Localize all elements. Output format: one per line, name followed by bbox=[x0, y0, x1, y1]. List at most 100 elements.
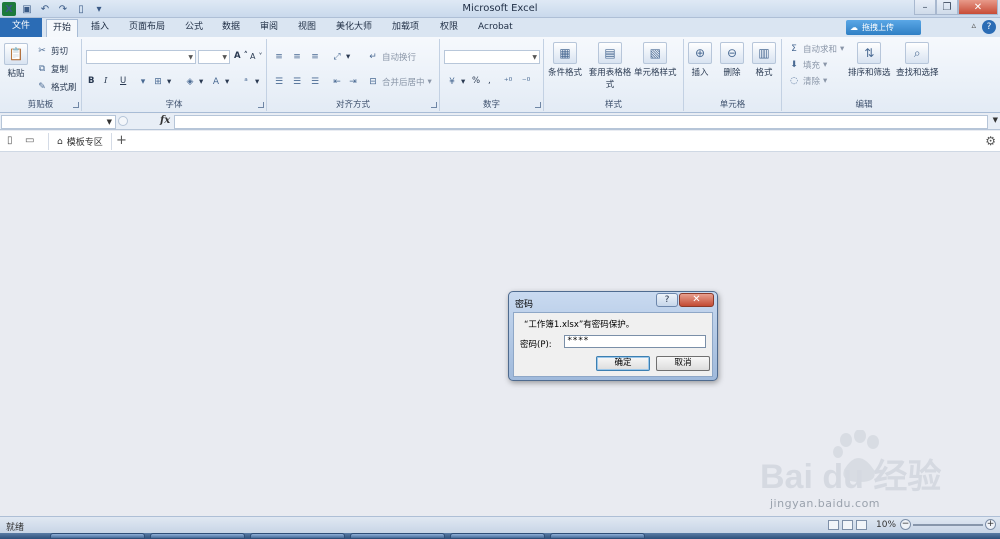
minimize-ribbon-icon[interactable]: ▵ bbox=[971, 21, 976, 31]
decrease-indent-button[interactable]: ⇤ bbox=[331, 76, 343, 87]
insert-function-button[interactable]: fx bbox=[160, 115, 170, 126]
dialog-help-button[interactable]: ? bbox=[656, 293, 678, 307]
clear-button[interactable]: ◌ 清除 ▾ bbox=[788, 75, 827, 87]
alignment-launcher-icon[interactable] bbox=[431, 102, 437, 108]
tab-file[interactable]: 文件 bbox=[0, 18, 42, 37]
new-file-icon[interactable]: ▯ bbox=[74, 2, 88, 16]
tab-permissions[interactable]: 权限 bbox=[434, 19, 464, 37]
align-left-button[interactable]: ☰ bbox=[273, 76, 285, 87]
save-icon[interactable]: ▣ bbox=[20, 2, 34, 16]
underline-dropdown[interactable]: ▾ bbox=[137, 76, 149, 87]
taskbar-item[interactable] bbox=[350, 533, 445, 539]
help-icon[interactable]: ? bbox=[982, 20, 996, 34]
tab-template-zone[interactable]: ⌂ 模板专区 bbox=[48, 133, 112, 150]
wrap-text-button[interactable]: ↵ 自动换行 bbox=[367, 51, 416, 63]
delete-cells-button[interactable]: ⊖ 删除 bbox=[720, 42, 744, 78]
copy-button[interactable]: ⧉ 复制 bbox=[36, 63, 68, 75]
align-center-button[interactable]: ☰ bbox=[291, 76, 303, 87]
restore-button[interactable]: ❐ bbox=[936, 0, 958, 15]
fill-button[interactable]: ⬇ 填充 ▾ bbox=[788, 59, 827, 71]
tab-beautify[interactable]: 美化大师 bbox=[330, 19, 378, 37]
paste-button[interactable]: 📋 粘贴 bbox=[4, 43, 28, 79]
add-tab-button[interactable]: + bbox=[116, 133, 127, 148]
zoom-level[interactable]: 10% bbox=[876, 520, 896, 530]
zoom-in-button[interactable]: + bbox=[985, 519, 996, 530]
decrease-decimal-button[interactable]: ⁻⁰ bbox=[520, 76, 532, 87]
align-right-button[interactable]: ☰ bbox=[309, 76, 321, 87]
shrink-font-button[interactable]: A ˅ bbox=[250, 52, 262, 61]
merge-center-button[interactable]: ⊟ 合并后居中 ▾ bbox=[367, 76, 432, 88]
zoom-out-button[interactable]: − bbox=[900, 519, 911, 530]
format-cells-button[interactable]: ▥ 格式 bbox=[752, 42, 776, 78]
cell-styles-button[interactable]: ▧ 单元格样式 bbox=[634, 42, 677, 78]
taskbar-item[interactable] bbox=[50, 533, 145, 539]
conditional-format-button[interactable]: ▦ 条件格式 bbox=[548, 42, 582, 78]
cancel-button[interactable]: 取消 bbox=[656, 356, 710, 371]
grow-font-button[interactable]: A ˄ bbox=[234, 51, 248, 61]
taskbar-item[interactable] bbox=[450, 533, 545, 539]
find-select-button[interactable]: ⌕ 查找和选择 bbox=[896, 42, 939, 78]
font-name-combo[interactable]: ▼ bbox=[86, 50, 196, 64]
expand-formula-bar-icon[interactable]: ▼ bbox=[993, 116, 998, 124]
orientation-button[interactable]: ⤢ ▾ bbox=[331, 51, 350, 62]
tab-home[interactable]: 开始 bbox=[46, 19, 79, 37]
format-painter-button[interactable]: ✎ 格式刷 bbox=[36, 81, 76, 93]
tab-acrobat[interactable]: Acrobat bbox=[472, 19, 519, 37]
align-middle-button[interactable]: ≡ bbox=[291, 51, 303, 62]
percent-button[interactable]: % bbox=[472, 76, 480, 86]
borders-button[interactable]: ⊞ ▾ bbox=[152, 76, 171, 87]
number-launcher-icon[interactable] bbox=[535, 102, 541, 108]
tab-insert[interactable]: 插入 bbox=[85, 19, 115, 37]
undo-icon[interactable]: ↶ bbox=[38, 2, 52, 16]
fill-color-button[interactable]: ◈ ▾ bbox=[184, 76, 204, 87]
taskbar-item[interactable] bbox=[250, 533, 345, 539]
formula-bar-toggle-icon[interactable] bbox=[118, 116, 128, 126]
italic-button[interactable]: I bbox=[104, 76, 107, 86]
upload-button[interactable]: ☁ 拖拽上传 bbox=[846, 20, 921, 35]
tab-addins[interactable]: 加载项 bbox=[386, 19, 425, 37]
dialog-close-button[interactable]: ✕ bbox=[679, 293, 714, 307]
folder-icon[interactable]: ▭ bbox=[25, 135, 34, 146]
currency-button[interactable]: ¥ ▾ bbox=[446, 76, 465, 87]
zoom-slider[interactable] bbox=[913, 524, 983, 526]
font-color-button[interactable]: A ▾ bbox=[210, 76, 229, 87]
clipboard-launcher-icon[interactable] bbox=[73, 102, 79, 108]
increase-indent-button[interactable]: ⇥ bbox=[347, 76, 359, 87]
bold-button[interactable]: B bbox=[88, 76, 94, 86]
new-document-icon[interactable]: ▯ bbox=[7, 135, 13, 146]
underline-button[interactable]: U bbox=[120, 76, 126, 86]
page-break-view-button[interactable] bbox=[856, 520, 867, 530]
minimize-button[interactable]: – bbox=[914, 0, 936, 15]
font-launcher-icon[interactable] bbox=[258, 102, 264, 108]
comma-button[interactable]: , bbox=[488, 76, 491, 86]
page-layout-view-button[interactable] bbox=[842, 520, 853, 530]
align-bottom-button[interactable]: ≡ bbox=[309, 51, 321, 62]
taskbar-item[interactable] bbox=[550, 533, 645, 539]
insert-cells-button[interactable]: ⊕ 插入 bbox=[688, 42, 712, 78]
sort-filter-button[interactable]: ⇅ 排序和筛选 bbox=[848, 42, 891, 78]
excel-logo-icon[interactable]: X bbox=[2, 2, 16, 16]
taskbar-item[interactable] bbox=[150, 533, 245, 539]
align-top-button[interactable]: ≡ bbox=[273, 51, 285, 62]
format-as-table-button[interactable]: ▤ 套用表格格式 bbox=[588, 42, 632, 90]
tab-review[interactable]: 审阅 bbox=[254, 19, 284, 37]
normal-view-button[interactable] bbox=[828, 520, 839, 530]
phonetic-button[interactable]: ᵃ ▾ bbox=[240, 76, 259, 87]
number-format-combo[interactable]: ▼ bbox=[444, 50, 540, 64]
redo-icon[interactable]: ↷ bbox=[56, 2, 70, 16]
increase-decimal-button[interactable]: ⁺⁰ bbox=[502, 76, 514, 87]
password-input[interactable]: **** bbox=[564, 335, 706, 348]
tab-view[interactable]: 视图 bbox=[292, 19, 322, 37]
cut-button[interactable]: ✂ 剪切 bbox=[36, 45, 68, 57]
tab-formulas[interactable]: 公式 bbox=[179, 19, 209, 37]
close-button[interactable]: ✕ bbox=[958, 0, 998, 15]
ok-button[interactable]: 确定 bbox=[596, 356, 650, 371]
autosum-button[interactable]: Σ 自动求和 ▾ bbox=[788, 43, 844, 55]
gear-icon[interactable]: ⚙ bbox=[985, 134, 996, 148]
tab-page-layout[interactable]: 页面布局 bbox=[123, 19, 171, 37]
customize-qat-icon[interactable]: ▾ bbox=[92, 2, 106, 16]
formula-input[interactable] bbox=[174, 115, 988, 129]
font-size-combo[interactable]: ▼ bbox=[198, 50, 230, 64]
name-box[interactable]: ▼ bbox=[1, 115, 116, 129]
tab-data[interactable]: 数据 bbox=[216, 19, 246, 37]
